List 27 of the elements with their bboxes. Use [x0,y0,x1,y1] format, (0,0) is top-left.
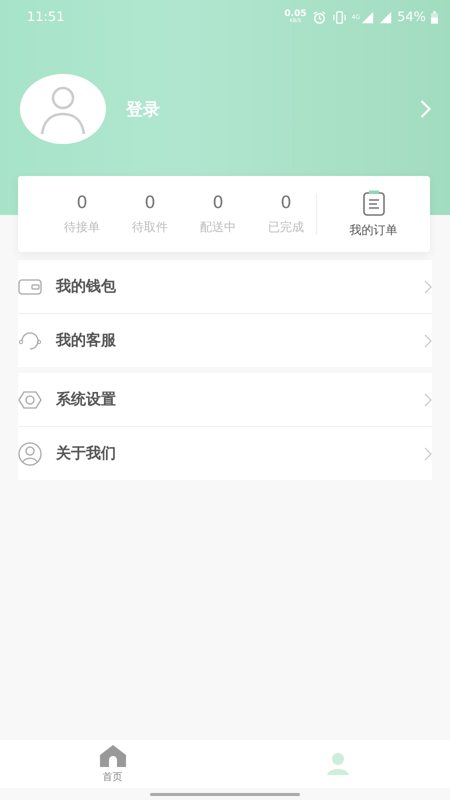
signal-icon [361,10,374,24]
menu-item[interactable]: 关于我们 [18,427,432,480]
status-time: 11:51 [27,10,64,24]
clipboard-icon [362,190,386,216]
chevron-right-icon [424,334,432,348]
person-icon [18,442,42,466]
battery-percent: 54% [397,10,426,24]
chevron-right-icon [424,280,432,294]
chevron-right-icon [424,392,432,406]
order-status-item[interactable]: 0 待接单 [48,192,116,236]
menu-item[interactable]: 我的客服 [18,314,432,367]
order-status-item[interactable]: 0 待取件 [116,192,184,236]
battery-icon [431,10,438,24]
order-status-item[interactable]: 0 已完成 [252,192,320,236]
alarm-icon [312,10,327,24]
order-status-item[interactable]: 0 配送中 [184,192,252,236]
network-speed: 0.05 [284,10,307,19]
avatar-icon [20,74,106,144]
chevron-right-icon[interactable] [419,99,432,119]
menu-item[interactable]: 系统设置 [18,373,432,427]
menu-item[interactable]: 我的钱包 [18,260,432,314]
chevron-right-icon [424,446,432,460]
tab[interactable]: 首页 [0,740,225,788]
home-icon [98,744,126,768]
my-orders-button[interactable]: 我的订单 [327,190,420,238]
vibrate-icon [332,10,347,24]
signal-icon [379,10,392,24]
